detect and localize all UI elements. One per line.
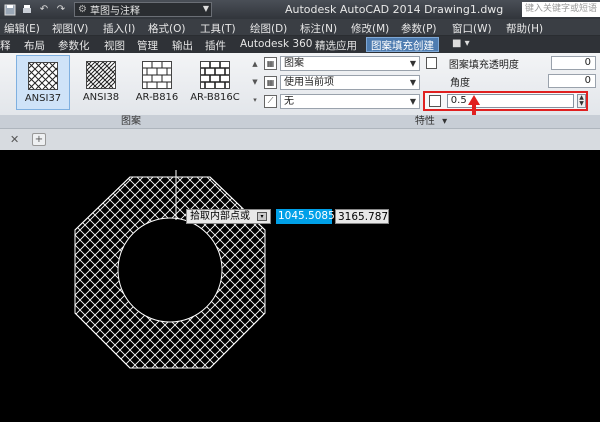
app-title: Autodesk AutoCAD 2014 Drawing1.dwg [285,3,504,16]
gear-icon: ⚙ [78,4,87,15]
transparency-label: 图案填充透明度 [448,59,519,71]
coord-x-input[interactable]: 1045.5085 [276,209,335,224]
menu-bar: 编辑(E) 视图(V) 插入(I) 格式(O) 工具(T) 绘图(D) 标注(N… [0,19,600,36]
ar-b816c-swatch [200,61,230,89]
close-icon[interactable]: ✕ [10,133,19,146]
redo-icon[interactable]: ↷ [54,3,68,17]
chevron-down-icon: ▼ [202,4,209,13]
hatch-color-value: 使用当前项 [284,76,334,88]
pattern-label: AR-B816 [135,92,179,103]
pattern-label: AR-B816C [190,92,240,103]
hatch-color-icon: ▦ [264,75,277,89]
pattern-label: ANSI37 [24,93,62,104]
tab-output[interactable]: 输出 [172,38,193,53]
pattern-ansi37[interactable]: ANSI37 [16,55,70,110]
angle-input[interactable]: 0 [548,74,596,88]
pattern-ansi38[interactable]: ANSI38 [74,55,128,110]
print-icon[interactable] [20,3,34,17]
ribbon-panel: ANSI37 ANSI38 AR-B816 AR-B816C ▲ ▼ ▾ 图案 ▦ … [0,53,600,128]
ansi38-swatch [86,61,116,89]
hatch-properties: ▦ 图案 ▼ ▦ 使用当前项 ▼ ⟋ 无 ▼ [262,53,422,115]
chevron-down-icon: ▼ [409,58,416,68]
drawing-canvas[interactable] [0,150,600,422]
background-color-value: 无 [284,95,294,107]
hatch-type-row: ▦ 图案 ▼ [264,55,420,71]
tab-featured-apps[interactable]: 精选应用 [315,38,357,53]
hatch-type-icon: ▦ [264,56,277,70]
background-color-icon: ⟋ [264,94,277,108]
background-color-select[interactable]: 无 ▼ [280,93,420,109]
new-tab-icon[interactable]: + [32,133,46,146]
tab-layout[interactable]: 布局 [24,38,45,53]
angle-row: 角度 0 [426,73,596,89]
options-icon[interactable]: ▾ [257,212,267,221]
chevron-down-icon: ▼ [409,77,416,87]
menu-view[interactable]: 视图(V) [52,21,88,36]
chevron-down-icon: ▼ [409,96,416,106]
coord-y-input[interactable]: 3165.7873 [335,209,395,224]
ar-b816-swatch [142,61,172,89]
scale-row: 0.5 ▲ ▼ [423,91,588,111]
scale-icon [429,95,441,107]
ribbon-tabs: 释 布局 参数化 视图 管理 输出 插件 Autodesk 360 精选应用 图… [0,36,600,53]
gallery-scroll[interactable]: ▲ ▼ ▾ [250,55,260,110]
workspace-select[interactable]: ⚙ 草图与注释 ▼ [74,2,212,17]
properties-panel-label: 特性 ▾ [262,115,600,128]
pattern-panel-label: 图案 [0,115,262,128]
prompt-text: 拾取内部点或 [190,211,250,222]
ansi37-swatch [28,62,58,90]
gallery-edge [0,53,12,115]
properties-footer-label: 特性 [414,116,435,127]
quick-access-toolbar: ↶ ↷ [0,0,68,19]
menu-modify[interactable]: 修改(M) [351,21,389,36]
document-tab-bar: ✕ + [0,128,600,150]
chevron-down-icon[interactable]: ▾ [442,116,447,127]
menu-window[interactable]: 窗口(W) [452,21,492,36]
angle-label: 角度 [450,77,470,89]
pattern-ar-b816c[interactable]: AR-B816C [188,55,242,110]
menu-dimension[interactable]: 标注(N) [300,21,337,36]
scale-spinner[interactable]: ▲ ▼ [577,94,586,108]
menu-draw[interactable]: 绘图(D) [250,21,287,36]
tab-manage[interactable]: 管理 [137,38,158,53]
menu-edit[interactable]: 编辑(E) [4,21,40,36]
tab-hatch-creation[interactable]: 图案填充创建 [366,37,439,52]
menu-help[interactable]: 帮助(H) [506,21,543,36]
tab-view[interactable]: 视图 [104,38,125,53]
tab-parametric[interactable]: 参数化 [58,38,90,53]
tab-annotate[interactable]: 释 [0,38,11,53]
camera-icon[interactable]: ■ ▾ [452,38,478,51]
title-bar: ↶ ↷ ⚙ 草图与注释 ▼ Autodesk AutoCAD 2014 Draw… [0,0,600,19]
transparency-row: 图案填充透明度 0 [426,55,596,71]
hatch-background-row: ⟋ 无 ▼ [264,93,420,109]
menu-format[interactable]: 格式(O) [148,21,185,36]
pattern-label: ANSI38 [82,92,120,103]
hatch-type-value: 图案 [284,57,304,69]
hatched-octagon [74,170,266,369]
undo-icon[interactable]: ↶ [37,3,51,17]
tab-plugins[interactable]: 插件 [205,38,226,53]
pattern-ar-b816[interactable]: AR-B816 [130,55,184,110]
transparency-input[interactable]: 0 [551,56,596,70]
menu-parametric[interactable]: 参数(P) [401,21,437,36]
hatch-type-select[interactable]: 图案 ▼ [280,55,420,71]
menu-tools[interactable]: 工具(T) [200,21,236,36]
hatch-color-select[interactable]: 使用当前项 ▼ [280,74,420,90]
workspace-select-value: 草图与注释 [89,6,140,17]
menu-insert[interactable]: 插入(I) [103,21,135,36]
layer-icon[interactable] [426,57,437,69]
tab-autodesk360[interactable]: Autodesk 360 [240,38,312,50]
dynamic-input-prompt: 拾取内部点或 ▾ [186,209,271,224]
save-icon[interactable] [3,3,17,17]
hatch-color-row: ▦ 使用当前项 ▼ [264,74,420,90]
search-input[interactable]: 键入关键字或短语 [522,2,600,17]
